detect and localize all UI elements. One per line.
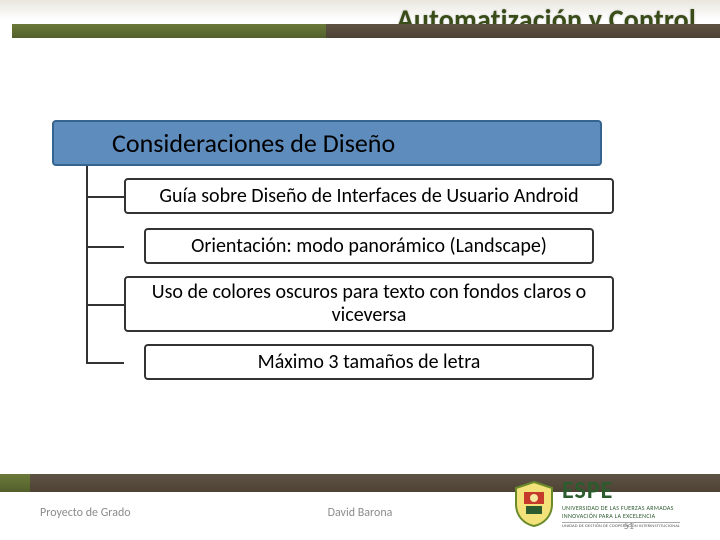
footer-center-text: David Barona [328, 506, 393, 520]
espe-logo: ESPE UNIVERSIDAD DE LAS FUERZAS ARMADAS … [512, 478, 702, 530]
sub-box: Uso de colores oscuros para texto con fo… [124, 276, 614, 332]
slide: Automatización y Control Consideraciones… [0, 0, 720, 540]
main-topic-label: Consideraciones de Diseño [112, 127, 395, 159]
shield-icon [512, 480, 556, 528]
tree-hline [86, 362, 124, 364]
tree-hline [86, 304, 124, 306]
sub-label: Orientación: modo panorámico (Landscape) [191, 234, 547, 258]
sub-label: Guía sobre Diseño de Interfaces de Usuar… [159, 184, 578, 208]
sub-box: Orientación: modo panorámico (Landscape) [144, 228, 594, 264]
sub-label: Uso de colores oscuros para texto con fo… [140, 281, 598, 327]
main-topic-box: Consideraciones de Diseño [52, 120, 602, 166]
logo-subtitle-3: UNIDAD DE GESTIÓN DE COOPERACIÓN INTERIN… [562, 522, 680, 530]
tree-hline [86, 246, 124, 248]
sub-box: Guía sobre Diseño de Interfaces de Usuar… [124, 178, 614, 214]
tree-hline [86, 196, 124, 198]
header-accent-bar [12, 24, 720, 38]
sub-label: Máximo 3 tamaños de letra [258, 350, 481, 374]
footer-left-text: Proyecto de Grado [40, 506, 131, 520]
logo-name: ESPE [562, 479, 680, 503]
sub-box: Máximo 3 tamaños de letra [144, 344, 594, 380]
logo-subtitle-1: UNIVERSIDAD DE LAS FUERZAS ARMADAS [562, 505, 680, 511]
logo-text-block: ESPE UNIVERSIDAD DE LAS FUERZAS ARMADAS … [562, 479, 680, 530]
logo-subtitle-2: INNOVACIÓN PARA LA EXCELENCIA [562, 513, 680, 519]
